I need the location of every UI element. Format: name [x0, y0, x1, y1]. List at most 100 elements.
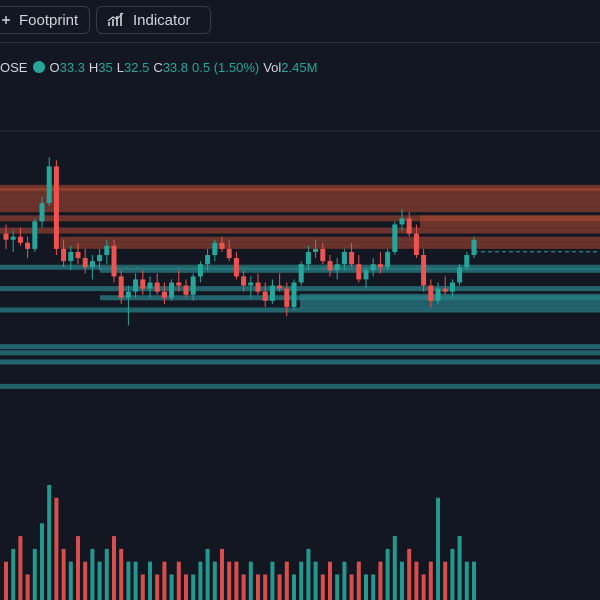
close-label: C	[153, 59, 163, 75]
resistance-zone	[420, 215, 600, 222]
candle-body	[356, 264, 362, 280]
support-zone	[300, 293, 600, 308]
volume-bar	[162, 561, 167, 600]
symbol-suffix: OSE	[0, 59, 28, 75]
low-label: L	[116, 59, 124, 75]
volume-bar	[126, 561, 131, 600]
candle-body	[197, 264, 203, 277]
volume-bar	[320, 574, 325, 600]
indicator-button[interactable]: Indicator	[96, 6, 211, 34]
candle-body	[428, 285, 434, 301]
candle-body	[10, 236, 16, 240]
resistance-zone	[0, 193, 600, 200]
candle-body	[53, 166, 59, 249]
candle-body	[3, 233, 9, 240]
volume-bar	[378, 561, 383, 600]
candle-body	[399, 218, 405, 225]
candle-body	[442, 288, 448, 292]
ohlc-legend: OSE O 33.3 H 35 L 32.5 C 33.8 0.5 (1.50%…	[0, 58, 321, 76]
candle-body	[291, 282, 297, 307]
candle-body	[39, 203, 45, 222]
volume-bar	[205, 548, 210, 600]
candle-body	[248, 282, 254, 286]
candle-body	[471, 239, 477, 255]
volume-bar	[234, 561, 239, 600]
volume-bar	[428, 561, 433, 600]
volume-bar	[76, 536, 80, 600]
candle-body	[183, 285, 189, 295]
volume-bar	[191, 574, 196, 600]
candle-body	[341, 251, 347, 265]
candle-body	[111, 245, 117, 277]
volume-bar	[292, 574, 296, 600]
candle-body	[327, 261, 333, 271]
candle-body	[17, 236, 23, 243]
candle-body	[125, 291, 131, 298]
volume-bar	[169, 574, 174, 600]
candle-body	[46, 166, 52, 204]
candle-body	[435, 288, 441, 301]
volume-bar	[256, 574, 260, 600]
candle-body	[277, 285, 283, 289]
candle-body	[233, 258, 239, 277]
candle-body	[75, 251, 81, 259]
resistance-zone	[60, 242, 600, 249]
volume-bar	[54, 497, 59, 600]
volume-bar	[176, 561, 181, 600]
support-zone	[0, 350, 600, 356]
volume-bar	[407, 548, 412, 600]
volume-bar	[364, 574, 368, 600]
volume-label: Vol	[263, 59, 282, 75]
candle-body	[190, 276, 196, 295]
volume-bar	[371, 574, 376, 600]
volume-bar	[198, 561, 203, 600]
volume-bar	[119, 548, 124, 600]
volume-bar	[335, 574, 340, 600]
indicator-bars-icon	[107, 12, 125, 28]
candle-body	[61, 248, 67, 262]
candle-body	[334, 264, 340, 271]
resistance-zone	[0, 187, 600, 194]
candle-body	[449, 282, 455, 292]
candle-body	[118, 276, 124, 298]
high-label: H	[88, 59, 99, 75]
candle-body	[349, 251, 355, 265]
candle-body	[284, 288, 290, 307]
candle-body	[133, 279, 139, 292]
volume-value: 2.45M	[281, 59, 318, 75]
volume-bar	[436, 497, 440, 600]
candle-body	[377, 264, 383, 268]
candle-body	[32, 221, 38, 249]
top-toolbar: Footprint Indicator	[0, 0, 600, 43]
volume-bar	[104, 548, 109, 600]
volume-bar	[18, 536, 23, 600]
candle-body	[255, 282, 261, 292]
volume-bar	[241, 574, 246, 600]
plus-icon	[1, 15, 11, 25]
volume-bar	[25, 574, 30, 600]
candle-body	[68, 251, 74, 262]
volume-bar	[184, 574, 188, 600]
price-chart[interactable]	[0, 0, 600, 600]
status-dot-icon	[33, 61, 46, 73]
close-value: 33.8	[162, 59, 189, 75]
support-zone	[100, 267, 600, 273]
candle-body	[262, 291, 268, 301]
candle-body	[226, 248, 232, 259]
resistance-zone	[420, 221, 600, 228]
volume-bar	[270, 561, 275, 600]
candle-body	[406, 218, 412, 234]
support-zone	[0, 359, 600, 365]
candle-body	[421, 255, 427, 286]
volume-bar	[457, 536, 462, 600]
volume-bar	[349, 574, 354, 600]
open-value: 33.3	[59, 59, 85, 75]
volume-bar	[227, 561, 232, 600]
support-zone	[0, 344, 600, 350]
footprint-button[interactable]: Footprint	[0, 6, 90, 34]
candle-body	[212, 242, 218, 255]
volume-bar	[421, 574, 426, 600]
candle-body	[363, 270, 369, 280]
candle-body	[464, 255, 470, 268]
volume-bar	[414, 561, 419, 600]
